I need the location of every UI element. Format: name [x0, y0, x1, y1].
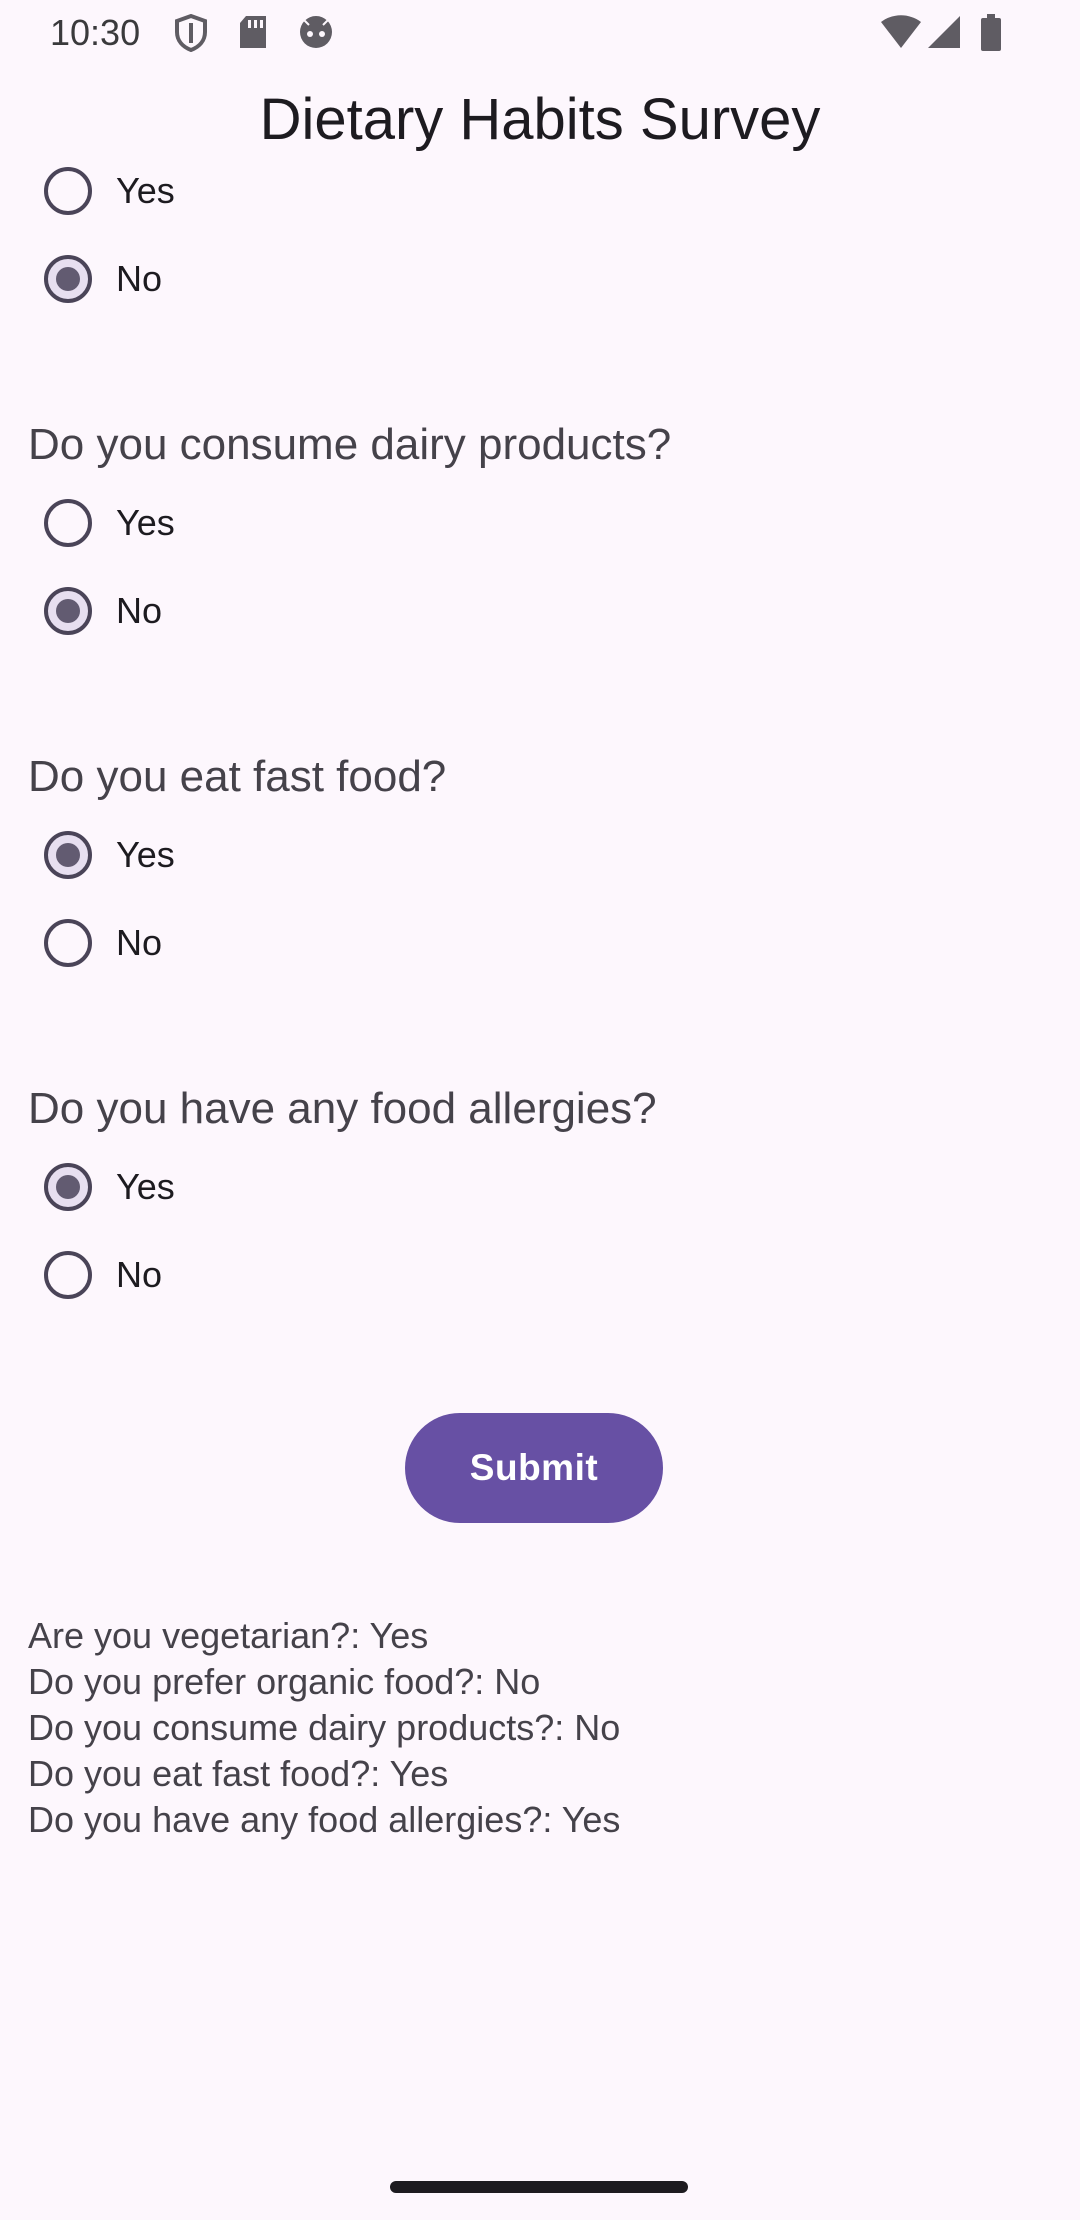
radio-option-q1-no[interactable]: No: [44, 251, 162, 307]
radio-option-q4-yes[interactable]: Yes: [44, 1159, 175, 1215]
radio-option-q3-no[interactable]: No: [44, 915, 162, 971]
option-label: Yes: [116, 170, 175, 211]
submit-button[interactable]: Submit: [405, 1413, 663, 1523]
radio-button[interactable]: [44, 919, 92, 967]
signal-icon: [926, 14, 962, 55]
summary-line: Do you consume dairy products?: No: [28, 1707, 621, 1748]
page-title: Dietary Habits Survey: [259, 87, 821, 152]
radio-option-q1-yes[interactable]: Yes: [44, 163, 175, 219]
radio-button[interactable]: [44, 1251, 92, 1299]
option-label: No: [116, 922, 163, 963]
option-label: No: [116, 590, 163, 631]
option-label: No: [116, 1254, 163, 1295]
radio-button-selected[interactable]: [44, 255, 92, 303]
radio-option-q2-no[interactable]: No: [44, 583, 162, 639]
radio-button[interactable]: [44, 499, 92, 547]
battery-icon: [980, 14, 1002, 57]
radio-button-selected[interactable]: [44, 831, 92, 879]
home-gesture-bar[interactable]: [390, 2181, 688, 2193]
summary-line: Do you eat fast food?: Yes: [28, 1753, 449, 1794]
summary-line: Do you have any food allergies?: Yes: [28, 1799, 621, 1840]
summary-line: Do you prefer organic food?: No: [28, 1661, 541, 1702]
question-fast-food: Do you eat fast food?: [28, 752, 447, 801]
shield-icon: [174, 13, 208, 57]
question-dairy: Do you consume dairy products?: [28, 420, 672, 469]
radio-button-selected[interactable]: [44, 1163, 92, 1211]
option-label: Yes: [116, 502, 175, 543]
wifi-icon: [880, 14, 922, 55]
results-summary: Are you vegetarian?: Yes Do you prefer o…: [28, 1613, 620, 1843]
option-label: Yes: [116, 1166, 175, 1207]
status-time: 10:30: [50, 12, 141, 53]
radio-button-selected[interactable]: [44, 587, 92, 635]
summary-line: Are you vegetarian?: Yes: [28, 1615, 429, 1656]
radio-button[interactable]: [44, 167, 92, 215]
option-label: No: [116, 258, 163, 299]
radio-option-q2-yes[interactable]: Yes: [44, 495, 175, 551]
sd-card-icon: [238, 14, 268, 55]
question-allergies: Do you have any food allergies?: [28, 1084, 657, 1133]
status-bar: 10:30: [0, 0, 1080, 64]
radio-option-q4-no[interactable]: No: [44, 1247, 162, 1303]
radio-option-q3-yes[interactable]: Yes: [44, 827, 175, 883]
android-face-icon: [298, 14, 334, 55]
option-label: Yes: [116, 834, 175, 875]
